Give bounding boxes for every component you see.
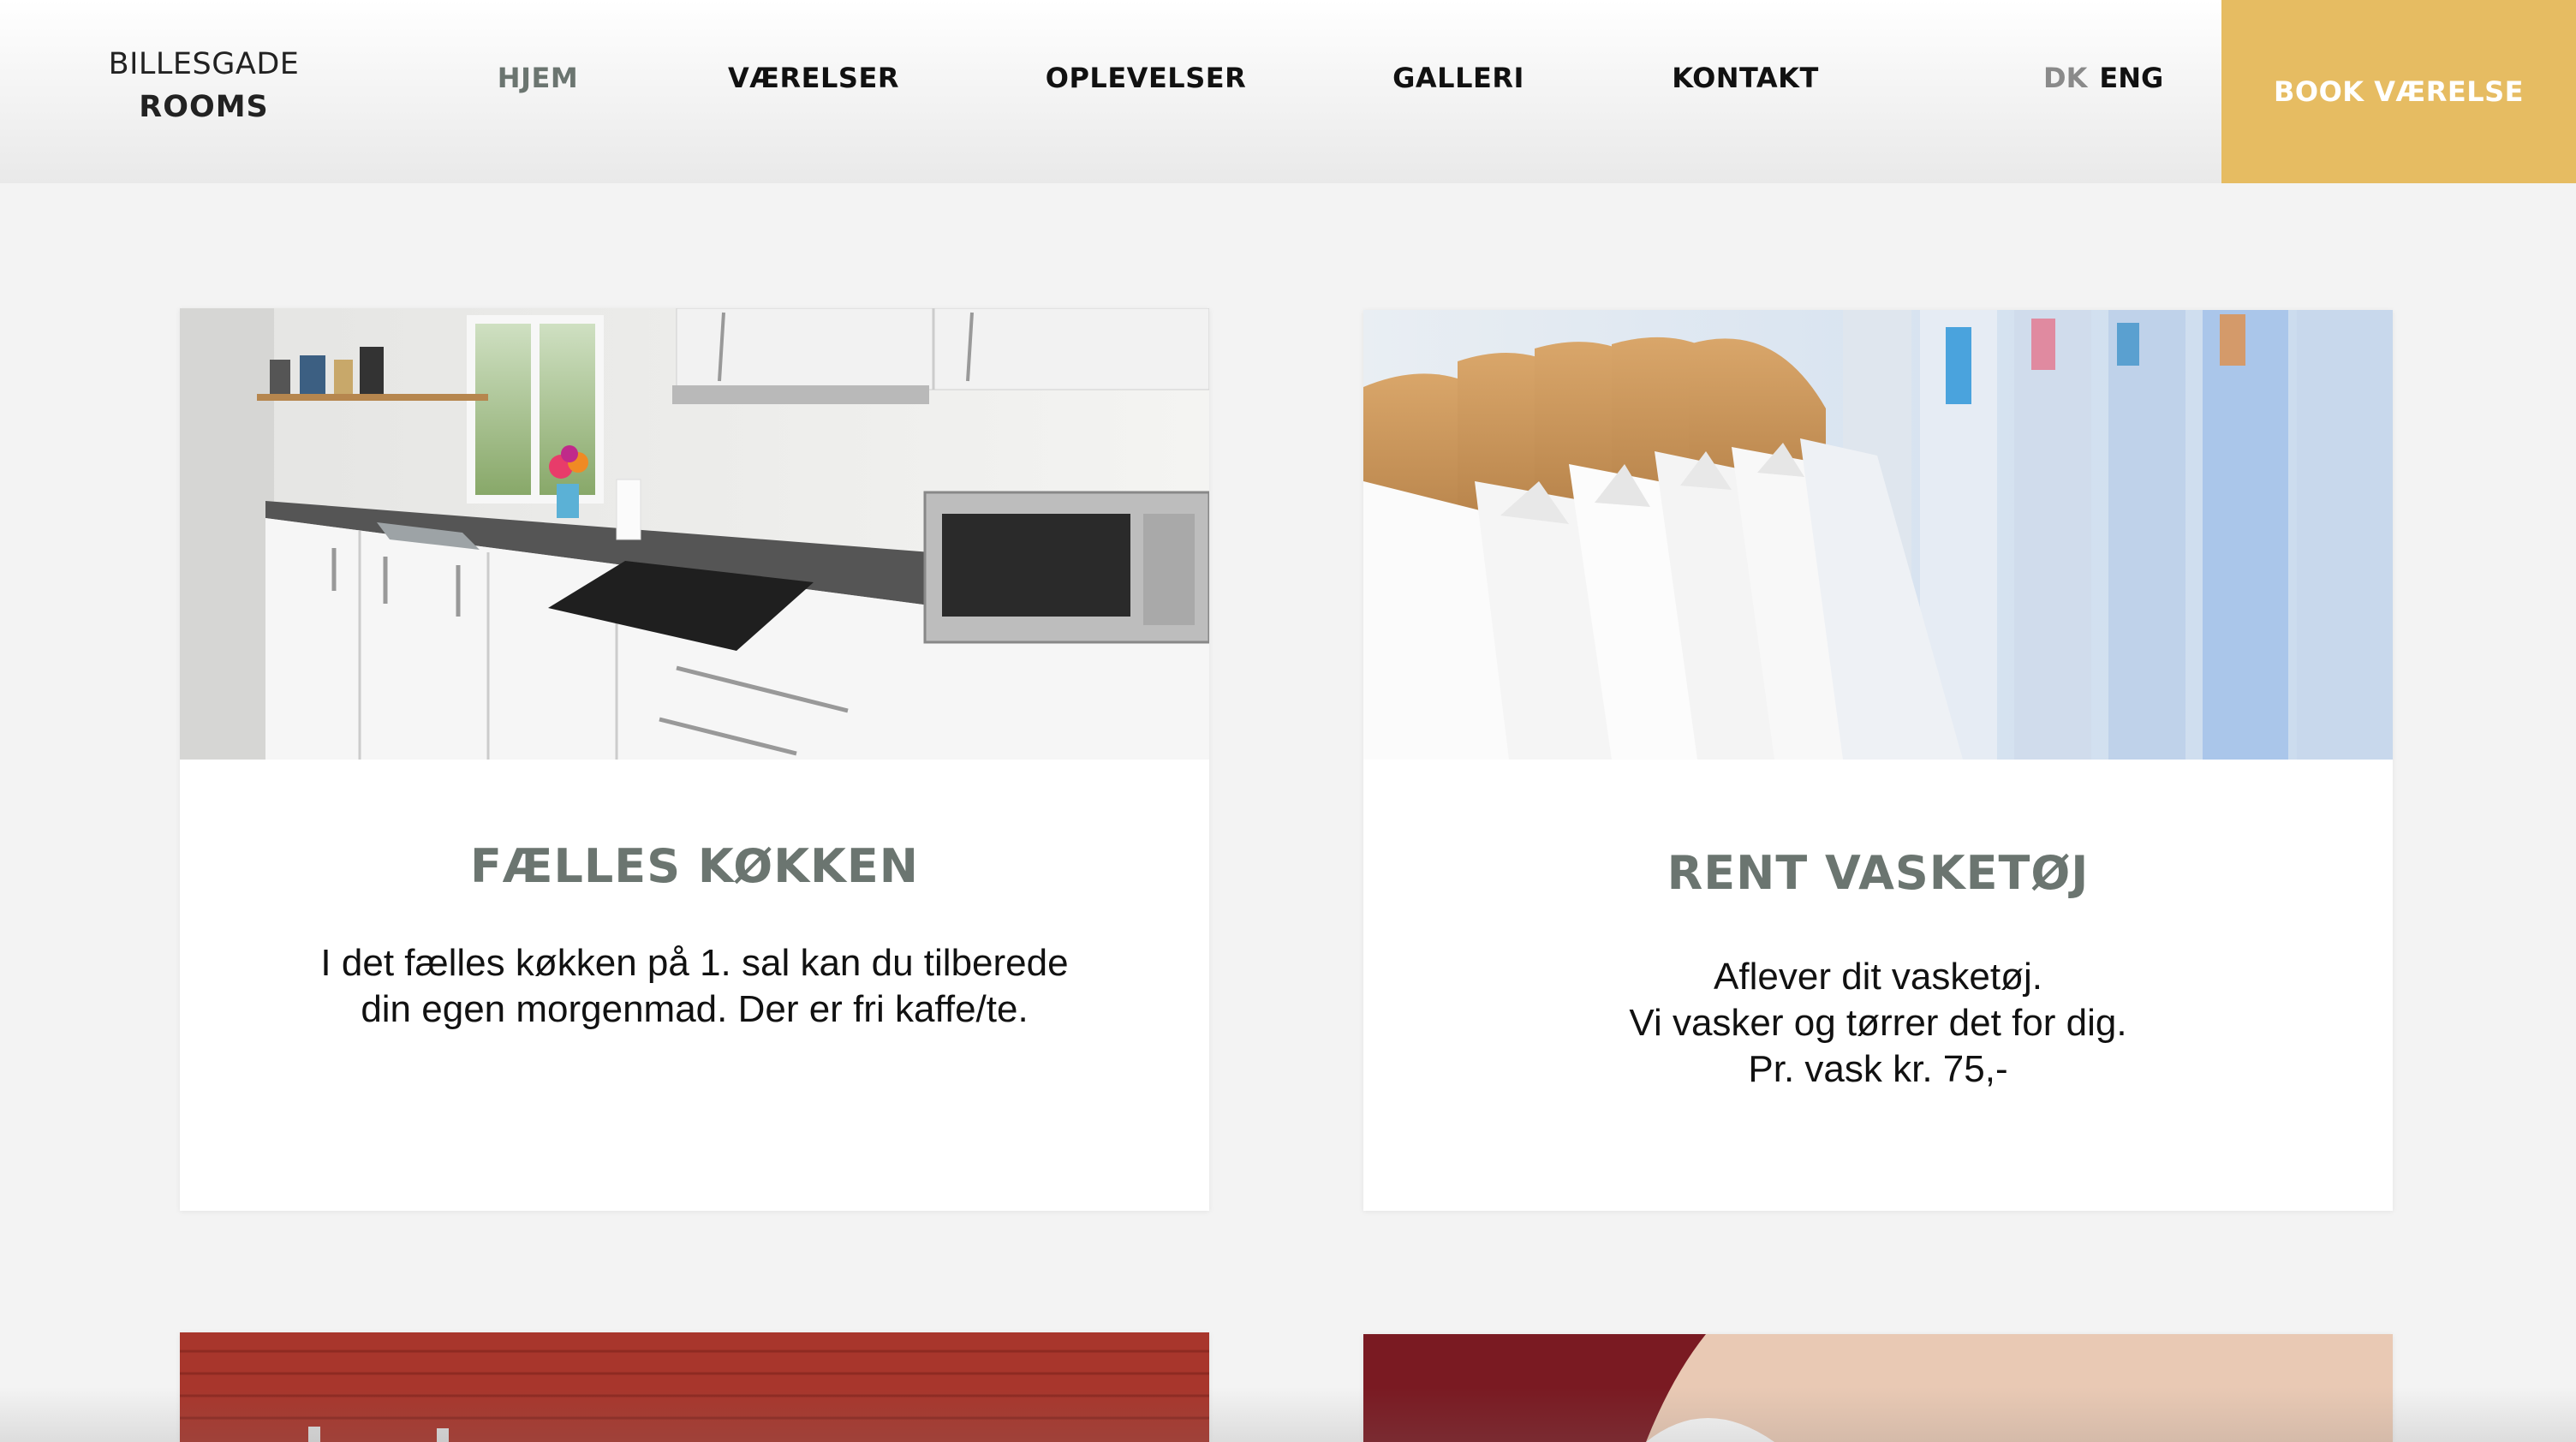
card-kitchen: FÆLLES KØKKEN I det fælles køkken på 1. … [180, 308, 1209, 1211]
nav-item-vaerelser[interactable]: VÆRELSER [728, 62, 899, 94]
card-laundry-title: RENT VASKETØJ [1667, 846, 2090, 900]
card-laundry-desc-line: Vi vasker og tørrer det for dig. [1629, 1002, 2127, 1044]
nav-item-oplevelser[interactable]: OPLEVELSER [1046, 62, 1246, 94]
card-kitchen-desc-line: din egen morgenmad. Der er fri kaffe/te. [361, 988, 1029, 1030]
nav-item-kontakt[interactable]: KONTAKT [1672, 62, 1819, 94]
card-kitchen-title: FÆLLES KØKKEN [470, 839, 919, 893]
book-room-button[interactable]: BOOK VÆRELSE [2221, 0, 2576, 183]
site-header: BILLESGADE ROOMS HJEM VÆRELSER OPLEVELSE… [0, 0, 2576, 183]
site-logo[interactable]: BILLESGADE ROOMS [101, 43, 307, 128]
card-laundry-desc-line: Pr. vask kr. 75,- [1748, 1048, 2008, 1090]
card-laundry-desc-line: Aflever dit vasketøj. [1714, 956, 2042, 998]
lang-dk[interactable]: DK [2043, 62, 2087, 94]
card-kitchen-desc-line: I det fælles køkken på 1. sal kan du til… [320, 942, 1069, 984]
logo-line-2: ROOMS [139, 90, 269, 124]
language-switcher: DK ENG [2043, 62, 2163, 94]
card-laundry: RENT VASKETØJ Aflever dit vasketøj. Vi v… [1363, 310, 2393, 1211]
bottom-fade [0, 1387, 2576, 1442]
logo-line-1: BILLESGADE [108, 47, 300, 81]
card-kitchen-desc: I det fælles køkken på 1. sal kan du til… [180, 940, 1209, 1033]
card-laundry-desc: Aflever dit vasketøj. Vi vasker og tørre… [1363, 954, 2393, 1093]
nav-item-galleri[interactable]: GALLERI [1392, 62, 1524, 94]
lang-eng[interactable]: ENG [2099, 62, 2163, 94]
kitchen-image [180, 308, 1209, 760]
laundry-image [1363, 310, 2393, 760]
nav-item-hjem[interactable]: HJEM [498, 62, 578, 94]
